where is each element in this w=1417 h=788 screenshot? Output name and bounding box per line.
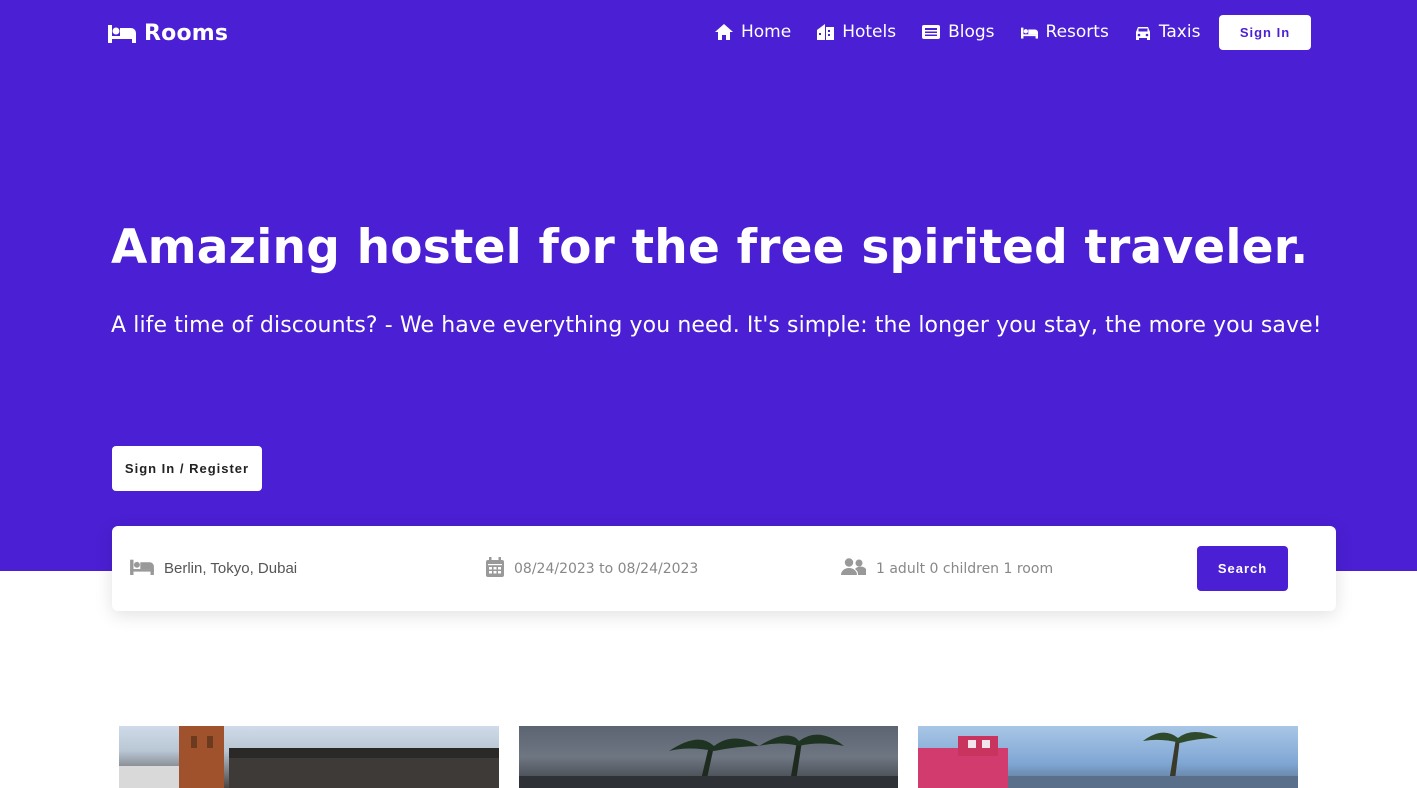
date-range-field[interactable] [486, 526, 806, 611]
brand-name: Rooms [144, 20, 229, 46]
destination-input[interactable] [164, 560, 404, 577]
bed-icon [1020, 26, 1038, 39]
nav-label: Blogs [948, 22, 995, 42]
nav-item-home[interactable]: Home [715, 22, 791, 42]
nav-label: Home [741, 22, 792, 42]
guests-field[interactable]: 1 adult 0 children 1 room [841, 526, 1161, 611]
sign-in-register-button[interactable]: Sign In / Register [112, 446, 262, 491]
users-icon [841, 558, 868, 579]
resort-card[interactable] [519, 726, 898, 788]
main-nav: Home Hotels Blogs Resorts Taxis [715, 20, 1226, 44]
hero-subhead: A life time of discounts? - We have ever… [111, 313, 1322, 338]
featured-cards [0, 726, 1417, 788]
date-range-input[interactable] [514, 560, 774, 577]
guests-value: 1 adult 0 children 1 room [876, 560, 1054, 577]
brand-logo[interactable]: Rooms [108, 20, 228, 46]
nav-item-hotels[interactable]: Hotels [817, 22, 896, 42]
sign-in-button[interactable]: Sign In [1219, 15, 1311, 50]
home-icon [715, 24, 733, 40]
destination-field[interactable] [130, 526, 470, 611]
nav-label: Taxis [1158, 22, 1201, 42]
search-bar: 1 adult 0 children 1 room Search [112, 526, 1336, 611]
nav-item-resorts[interactable]: Resorts [1020, 22, 1109, 42]
nav-label: Hotels [842, 22, 897, 42]
hotel-card[interactable] [119, 726, 499, 788]
taxi-icon [1135, 25, 1151, 40]
bed-icon [130, 558, 154, 579]
nav-item-taxis[interactable]: Taxis [1135, 22, 1201, 42]
calendar-icon [486, 556, 504, 581]
hotel-photo [119, 726, 499, 788]
hero-section: Rooms Home Hotels Blogs Resorts Taxis Si… [0, 0, 1417, 571]
palm-hotel-photo [918, 732, 1298, 788]
hotel-icon [817, 24, 835, 40]
nav-label: Resorts [1045, 22, 1109, 42]
palm-hotel-card[interactable] [918, 726, 1298, 788]
search-button[interactable]: Search [1197, 546, 1288, 591]
newspaper-icon [922, 25, 941, 39]
resort-photo [519, 734, 898, 788]
bed-icon [108, 23, 136, 43]
nav-item-blogs[interactable]: Blogs [922, 22, 995, 42]
hero-headline: Amazing hostel for the free spirited tra… [111, 220, 1309, 275]
